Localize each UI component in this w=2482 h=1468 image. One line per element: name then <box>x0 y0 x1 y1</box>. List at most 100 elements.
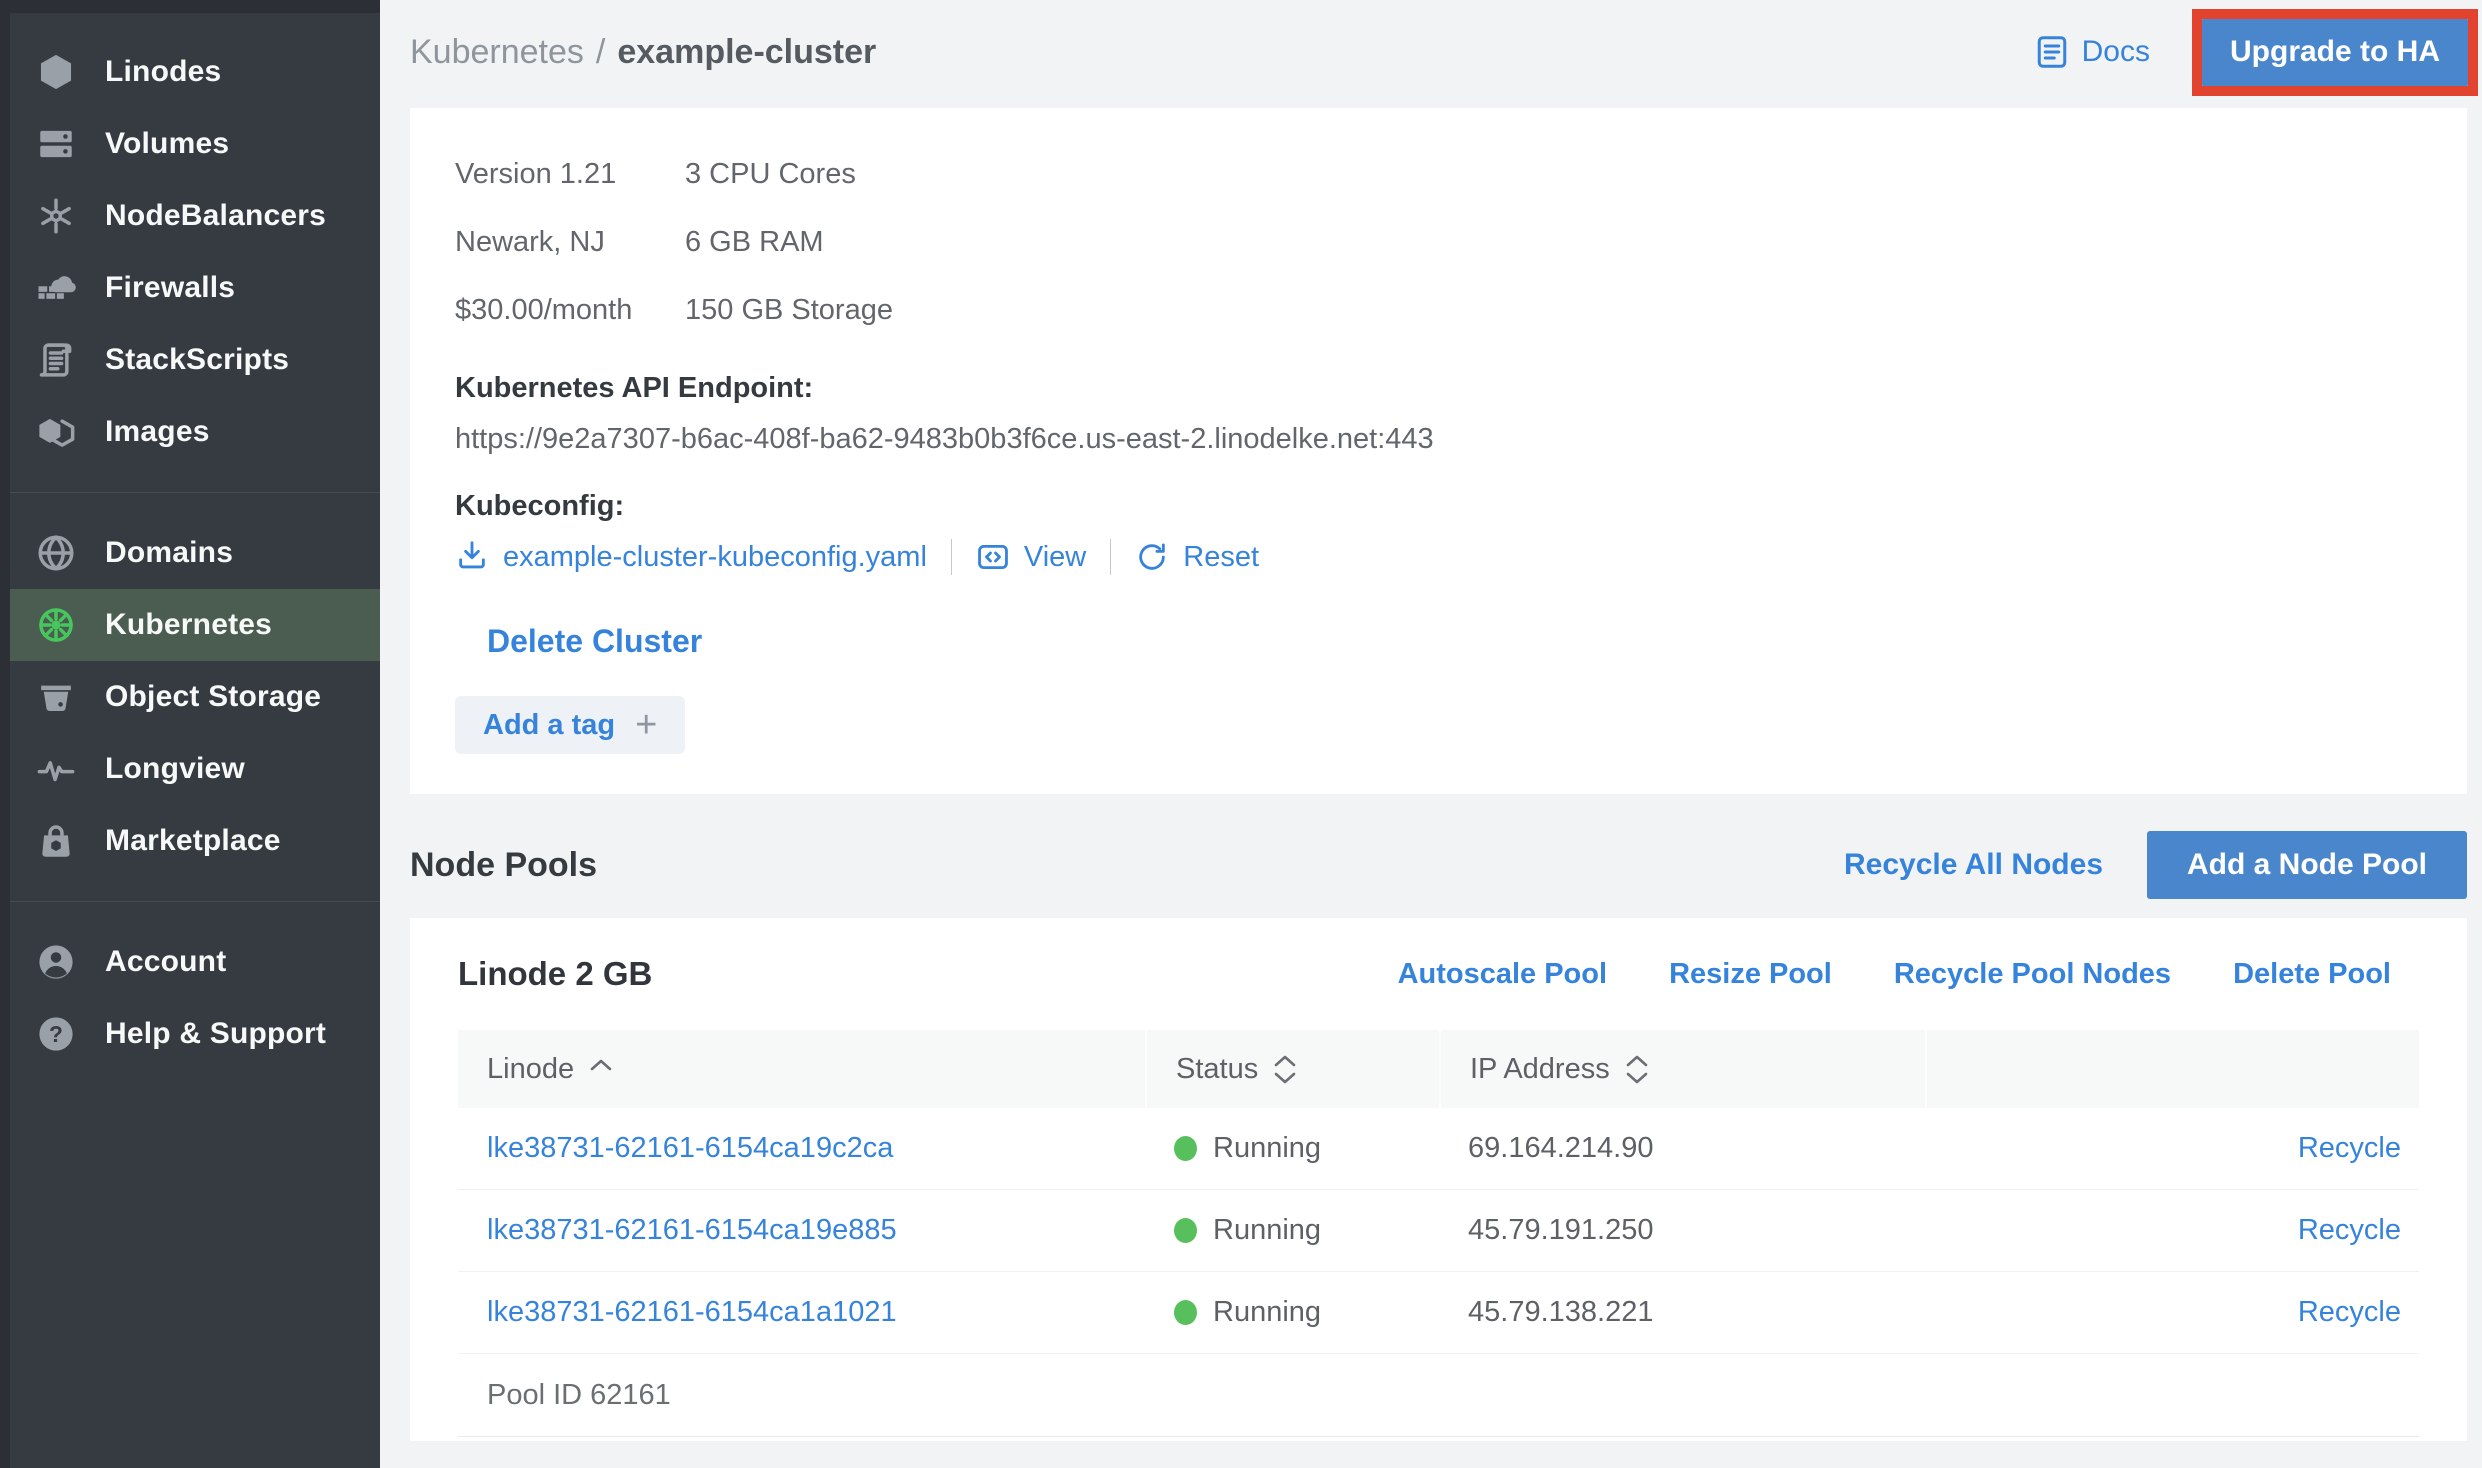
api-endpoint-url: https://9e2a7307-b6ac-408f-ba62-9483b0b3… <box>455 423 2422 456</box>
sidebar-item-label: Help & Support <box>105 1017 326 1051</box>
reset-icon <box>1135 540 1169 574</box>
sidebar-item-label: Kubernetes <box>105 608 272 642</box>
pool-actions: Autoscale Pool Resize Pool Recycle Pool … <box>1398 958 2391 991</box>
table-row: lke38731-62161-6154ca1a1021 Running 45.7… <box>458 1272 2419 1354</box>
kubeconfig-view-link[interactable]: View <box>976 540 1086 574</box>
cluster-facts: Version 1.21 3 CPU Cores Newark, NJ 6 GB… <box>455 140 2422 344</box>
docs-link[interactable]: Docs <box>2034 34 2150 70</box>
sort-both-icon <box>1274 1054 1296 1085</box>
breadcrumb-current: example-cluster <box>617 33 876 72</box>
sidebar-item-volumes[interactable]: Volumes <box>0 108 380 180</box>
api-endpoint-label: Kubernetes API Endpoint: <box>455 372 2422 405</box>
nodebalancer-icon <box>33 193 79 239</box>
ip-address: 69.164.214.90 <box>1439 1132 1925 1165</box>
main-content: Kubernetes / example-cluster Docs Upgrad… <box>380 0 2482 1468</box>
node-pools-header: Node Pools Recycle All Nodes Add a Node … <box>410 830 2467 900</box>
sidebar-item-firewalls[interactable]: Firewalls <box>0 252 380 324</box>
table-header-row: Linode Status IP Address <box>458 1030 2419 1108</box>
sidebar-item-marketplace[interactable]: Marketplace <box>0 805 380 877</box>
sort-asc-icon <box>590 1058 612 1071</box>
delete-pool-link[interactable]: Delete Pool <box>2233 958 2391 991</box>
sidebar-item-help-support[interactable]: ? Help & Support <box>0 998 380 1070</box>
recycle-node-link[interactable]: Recycle <box>2298 1132 2401 1164</box>
status-label: Running <box>1213 1296 1321 1329</box>
cluster-region: Newark, NJ <box>455 208 685 276</box>
column-header-ip-address[interactable]: IP Address <box>1439 1030 1925 1108</box>
sidebar-left-strip <box>0 0 10 1468</box>
download-icon <box>455 540 489 574</box>
sort-both-icon <box>1626 1054 1648 1085</box>
sidebar-item-object-storage[interactable]: Object Storage <box>0 661 380 733</box>
add-node-pool-button[interactable]: Add a Node Pool <box>2147 831 2467 899</box>
node-link[interactable]: lke38731-62161-6154ca19c2ca <box>458 1132 1145 1165</box>
pool-id-footer: Pool ID 62161 <box>458 1354 2419 1437</box>
column-header-status[interactable]: Status <box>1145 1030 1439 1108</box>
recycle-node-link[interactable]: Recycle <box>2298 1214 2401 1246</box>
breadcrumb-section[interactable]: Kubernetes <box>410 33 584 72</box>
cluster-storage: 150 GB Storage <box>685 276 2422 344</box>
marketplace-bag-icon <box>33 818 79 864</box>
recycle-pool-nodes-link[interactable]: Recycle Pool Nodes <box>1894 958 2171 991</box>
autoscale-pool-link[interactable]: Autoscale Pool <box>1398 958 1608 991</box>
images-icon <box>33 409 79 455</box>
resize-pool-link[interactable]: Resize Pool <box>1669 958 1832 991</box>
kubeconfig-filename: example-cluster-kubeconfig.yaml <box>503 541 927 574</box>
help-question-icon: ? <box>33 1011 79 1057</box>
column-label: Linode <box>487 1053 574 1086</box>
upgrade-to-ha-button[interactable]: Upgrade to HA <box>2202 19 2468 86</box>
sidebar-item-label: Volumes <box>105 127 229 161</box>
svg-text:?: ? <box>49 1021 63 1047</box>
linode-cube-icon <box>33 49 79 95</box>
sidebar-item-nodebalancers[interactable]: NodeBalancers <box>0 180 380 252</box>
add-tag-button[interactable]: Add a tag + <box>455 696 685 754</box>
sidebar-item-label: Domains <box>105 536 233 570</box>
column-label: Status <box>1176 1053 1258 1086</box>
recycle-all-nodes-link[interactable]: Recycle All Nodes <box>1844 848 2103 882</box>
sidebar-item-label: Longview <box>105 752 245 786</box>
sidebar-item-kubernetes[interactable]: Kubernetes <box>0 589 380 661</box>
sidebar-item-label: NodeBalancers <box>105 199 326 233</box>
cluster-ram: 6 GB RAM <box>685 208 2422 276</box>
sidebar-divider <box>0 492 380 493</box>
add-tag-label: Add a tag <box>483 709 615 742</box>
column-header-linode[interactable]: Linode <box>458 1030 1145 1108</box>
kubeconfig-reset-link[interactable]: Reset <box>1135 540 1259 574</box>
cluster-price: $30.00/month <box>455 276 685 344</box>
node-table: Linode Status IP Address <box>458 1030 2419 1437</box>
node-link[interactable]: lke38731-62161-6154ca19e885 <box>458 1214 1145 1247</box>
ip-address: 45.79.191.250 <box>1439 1214 1925 1247</box>
ip-address: 45.79.138.221 <box>1439 1296 1925 1329</box>
view-code-icon <box>976 540 1010 574</box>
status-cell: Running <box>1145 1214 1439 1247</box>
delete-cluster-link[interactable]: Delete Cluster <box>487 623 702 660</box>
account-icon <box>33 939 79 985</box>
page-header: Kubernetes / example-cluster Docs Upgrad… <box>380 0 2482 104</box>
sidebar-item-stackscripts[interactable]: StackScripts <box>0 324 380 396</box>
sidebar-item-label: Images <box>105 415 210 449</box>
sidebar-item-label: Object Storage <box>105 680 321 714</box>
column-label: IP Address <box>1470 1053 1610 1086</box>
status-running-dot <box>1174 1218 1197 1243</box>
pool-header: Linode 2 GB Autoscale Pool Resize Pool R… <box>458 948 2419 1000</box>
kubeconfig-download-link[interactable]: example-cluster-kubeconfig.yaml <box>455 540 927 574</box>
sidebar-item-domains[interactable]: Domains <box>0 517 380 589</box>
sidebar-item-account[interactable]: Account <box>0 926 380 998</box>
docs-icon <box>2034 34 2070 70</box>
status-label: Running <box>1213 1132 1321 1165</box>
kubernetes-wheel-icon <box>33 602 79 648</box>
sidebar-item-images[interactable]: Images <box>0 396 380 468</box>
status-cell: Running <box>1145 1296 1439 1329</box>
reset-label: Reset <box>1183 541 1259 574</box>
sidebar-item-linodes[interactable]: Linodes <box>0 36 380 108</box>
sidebar-item-label: StackScripts <box>105 343 289 377</box>
sidebar-item-label: Account <box>105 945 226 979</box>
sidebar-item-label: Marketplace <box>105 824 281 858</box>
table-row: lke38731-62161-6154ca19c2ca Running 69.1… <box>458 1108 2419 1190</box>
sidebar-item-longview[interactable]: Longview <box>0 733 380 805</box>
status-running-dot <box>1174 1136 1197 1161</box>
recycle-node-link[interactable]: Recycle <box>2298 1296 2401 1328</box>
node-pools-title: Node Pools <box>410 846 597 885</box>
node-link[interactable]: lke38731-62161-6154ca1a1021 <box>458 1296 1145 1329</box>
kubeconfig-actions: example-cluster-kubeconfig.yaml View Res… <box>455 539 2422 575</box>
cluster-cpu: 3 CPU Cores <box>685 140 2422 208</box>
